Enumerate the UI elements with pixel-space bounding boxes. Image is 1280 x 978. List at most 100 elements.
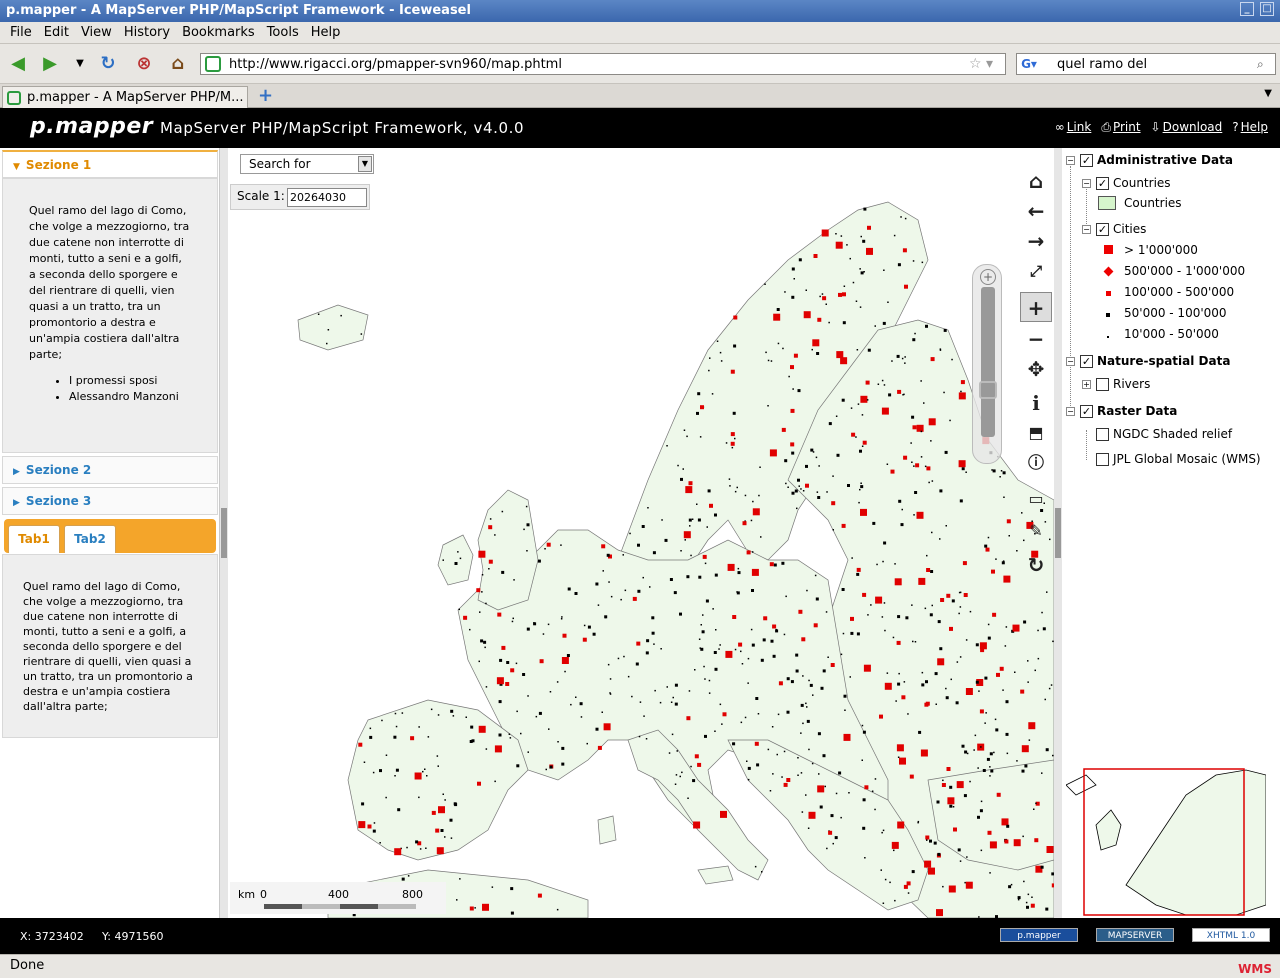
reference-map[interactable] <box>1066 765 1266 917</box>
bookmark-star-icon[interactable]: ☆ ▾ <box>969 56 1005 72</box>
menu-view[interactable]: View <box>75 25 118 40</box>
new-tab-icon[interactable]: + <box>258 87 273 105</box>
toc-group-admin[interactable]: − ✓ Administrative Data <box>1066 151 1233 169</box>
minimize-button[interactable]: _ <box>1240 2 1254 16</box>
search-engine-icon[interactable]: G▾ <box>1019 55 1039 73</box>
menu-bookmarks[interactable]: Bookmarks <box>176 25 261 40</box>
city-point <box>757 713 760 715</box>
accordion-section-3[interactable]: ▶ Sezione 3 <box>2 487 218 515</box>
accordion-section-1[interactable]: ▼ Sezione 1 <box>2 150 218 178</box>
forward-arrow-icon[interactable]: ▶ <box>38 52 62 76</box>
zoom-select-icon[interactable]: ⤢ <box>1020 256 1052 286</box>
city-point <box>928 867 935 875</box>
pan-icon[interactable]: ✥ <box>1020 354 1052 384</box>
city-point <box>734 437 736 440</box>
toc-layer-jpl[interactable]: JPL Global Mosaic (WMS) <box>1096 450 1261 468</box>
collapse-icon[interactable]: − <box>1066 155 1075 165</box>
home-page-icon[interactable]: ⌂ <box>166 52 190 76</box>
city-point <box>539 659 544 664</box>
right-splitter[interactable] <box>1054 148 1062 918</box>
url-bar[interactable]: http://www.rigacci.org/pmapper-svn960/ma… <box>200 53 1006 75</box>
zoom-slider[interactable]: + <box>972 264 1002 464</box>
back-icon[interactable]: ← <box>1020 196 1052 226</box>
url-text[interactable]: http://www.rigacci.org/pmapper-svn960/ma… <box>229 57 969 72</box>
back-arrow-icon[interactable]: ◀ <box>6 52 30 76</box>
checkbox[interactable]: ✓ <box>1080 153 1093 167</box>
zoom-slider-handle[interactable] <box>979 381 997 399</box>
auto-identify-icon[interactable]: ⓘ <box>1020 448 1052 478</box>
browser-tab[interactable]: p.mapper - A MapServer PHP/M... <box>2 86 248 108</box>
checkbox[interactable]: ✓ <box>1080 354 1093 368</box>
city-point <box>750 519 753 522</box>
checkbox[interactable] <box>1096 377 1109 391</box>
city-point <box>835 233 837 235</box>
collapse-icon[interactable]: − <box>1066 406 1075 416</box>
identify-icon[interactable]: i <box>1020 388 1052 418</box>
search-icon[interactable]: ⌕ <box>1257 57 1275 72</box>
tab-tab2[interactable]: Tab2 <box>64 525 116 553</box>
zoom-in-icon[interactable]: + <box>1020 292 1052 322</box>
menu-file[interactable]: File <box>4 25 38 40</box>
checkbox[interactable]: ✓ <box>1096 222 1109 236</box>
menu-tools[interactable]: Tools <box>261 25 305 40</box>
scale-input[interactable] <box>287 188 367 207</box>
city-point <box>566 654 570 657</box>
select-icon[interactable]: ⬒ <box>1020 418 1052 448</box>
splitter-grip[interactable] <box>1055 508 1061 558</box>
city-point <box>699 436 702 438</box>
city-point <box>545 768 547 771</box>
accordion-section-2[interactable]: ▶ Sezione 2 <box>2 456 218 484</box>
maximize-button[interactable]: □ <box>1260 2 1274 16</box>
mapserver-badge[interactable]: MAPSERVER <box>1096 928 1174 942</box>
stop-icon[interactable]: ⊗ <box>132 52 156 76</box>
checkbox[interactable]: ✓ <box>1096 176 1109 190</box>
download-button[interactable]: ⇩ Download <box>1151 120 1223 135</box>
scalebar-tick: 800 <box>402 888 423 901</box>
zoom-out-icon[interactable]: − <box>1020 324 1052 354</box>
home-icon[interactable]: ⌂ <box>1020 166 1052 196</box>
collapse-icon[interactable]: − <box>1082 224 1091 234</box>
print-button[interactable]: ⎙ Print <box>1101 120 1140 135</box>
city-point <box>651 616 655 620</box>
map-canvas[interactable] <box>228 180 1054 918</box>
splitter-grip[interactable] <box>221 508 227 558</box>
help-button[interactable]: ? Help <box>1232 120 1268 135</box>
city-point <box>546 542 551 547</box>
toc-layer-cities[interactable]: − ✓ Cities <box>1082 220 1146 238</box>
toc-layer-countries[interactable]: − ✓ Countries <box>1082 174 1171 192</box>
forward-icon[interactable]: → <box>1020 226 1052 256</box>
toc-group-raster[interactable]: − ✓ Raster Data <box>1066 402 1177 420</box>
refresh-icon[interactable]: ↻ <box>1020 550 1052 580</box>
toc-layer-ngdc[interactable]: NGDC Shaded relief <box>1096 425 1232 443</box>
reload-icon[interactable]: ↻ <box>96 52 120 76</box>
search-bar[interactable]: G▾ quel ramo del ⌕ <box>1016 53 1276 75</box>
zoom-slider-plus-icon[interactable]: + <box>980 269 996 285</box>
left-splitter[interactable] <box>220 148 228 918</box>
pmapper-badge[interactable]: p.mapper <box>1000 928 1078 942</box>
checkbox[interactable] <box>1096 452 1109 466</box>
toc-layer-rivers[interactable]: + Rivers <box>1082 375 1150 393</box>
chevron-down-icon[interactable]: ▼ <box>358 156 372 172</box>
search-input[interactable]: quel ramo del <box>1057 57 1257 72</box>
zoom-slider-track[interactable] <box>981 287 995 437</box>
measure-icon[interactable]: ▭ <box>1020 484 1052 514</box>
city-point <box>956 661 959 663</box>
checkbox[interactable]: ✓ <box>1080 404 1093 418</box>
poi-icon[interactable]: ✎ <box>1020 516 1052 546</box>
expand-icon[interactable]: + <box>1082 379 1091 389</box>
menu-edit[interactable]: Edit <box>38 25 75 40</box>
city-point <box>1026 905 1029 909</box>
checkbox[interactable] <box>1096 427 1109 441</box>
link-button[interactable]: ∞ Link <box>1055 120 1092 135</box>
menu-help[interactable]: Help <box>305 25 347 40</box>
xhtml-badge[interactable]: XHTML 1.0 <box>1192 928 1270 942</box>
search-for-select[interactable]: Search for ▼ <box>240 154 374 174</box>
tab-list-icon[interactable]: ▼ <box>1264 88 1272 99</box>
toc-group-nature[interactable]: − ✓ Nature-spatial Data <box>1066 352 1230 370</box>
collapse-icon[interactable]: − <box>1082 178 1091 188</box>
tab-tab1[interactable]: Tab1 <box>8 525 60 553</box>
city-point <box>891 841 899 849</box>
collapse-icon[interactable]: − <box>1066 356 1075 366</box>
history-dropdown-icon[interactable]: ▼ <box>68 52 92 76</box>
menu-history[interactable]: History <box>118 25 176 40</box>
